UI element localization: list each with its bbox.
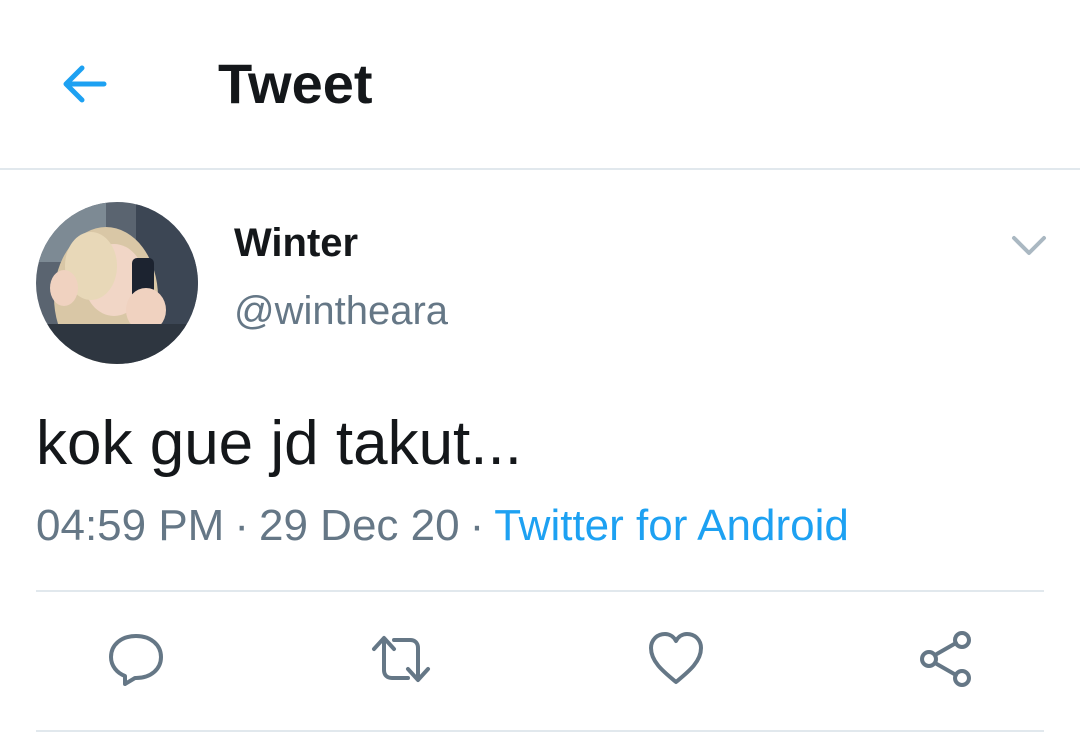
divider — [36, 590, 1044, 592]
meta-separator: · — [234, 501, 249, 550]
arrow-left-icon[interactable] — [58, 58, 110, 110]
app-header: Tweet — [0, 0, 1080, 168]
user-handle[interactable]: @wintheara — [234, 288, 448, 334]
share-icon[interactable] — [915, 628, 977, 690]
header-divider — [0, 168, 1080, 170]
tweet-text: kok gue jd takut... — [36, 409, 522, 478]
tweet-time: 04:59 PM — [36, 501, 225, 550]
tweet-meta: 04:59 PM · 29 Dec 20 · Twitter for Android — [36, 500, 849, 552]
avatar[interactable] — [36, 202, 198, 364]
tweet-source-link[interactable]: Twitter for Android — [494, 501, 849, 550]
like-icon[interactable] — [645, 628, 707, 690]
tweet-date: 29 Dec 20 — [259, 501, 460, 550]
divider — [36, 730, 1044, 732]
display-name[interactable]: Winter — [234, 220, 358, 266]
meta-separator: · — [469, 501, 485, 550]
chevron-down-icon[interactable] — [1008, 230, 1050, 262]
retweet-icon[interactable] — [370, 628, 432, 690]
reply-icon[interactable] — [105, 628, 167, 690]
page-title: Tweet — [218, 52, 373, 115]
